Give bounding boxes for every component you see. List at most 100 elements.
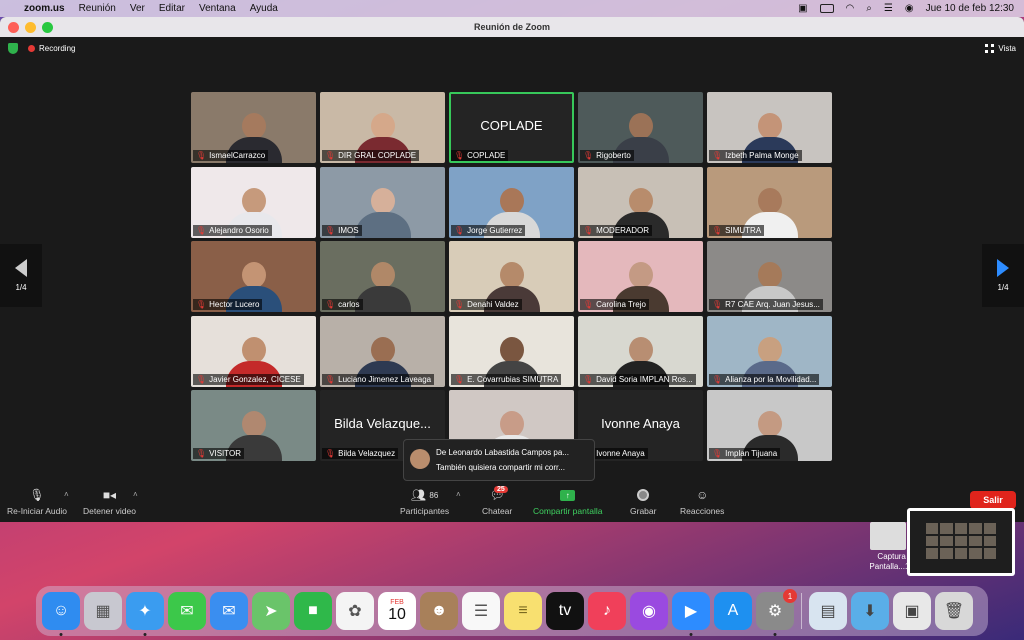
mic-muted-icon: 🎙︎ xyxy=(196,151,207,160)
menu-app[interactable]: zoom.us xyxy=(24,3,65,14)
menu-ventana[interactable]: Ventana xyxy=(199,3,236,14)
reactions-button[interactable]: ☺ Reacciones xyxy=(680,487,724,516)
dock: ☺ ▦ ✦ ✉ ✉ ➤ ■ ✿ FEB 10 ☻ ☰ ≡ tv ♪ ◉ ▶ A ⚙ 1 ▤ ⬇ ▣ 🗑︎ xyxy=(36,586,988,636)
mic-muted-icon: 🎙︎ xyxy=(712,151,723,160)
trash-icon[interactable]: 🗑︎ xyxy=(935,592,973,630)
video-tile[interactable]: Ivonne Anaya🎙︎Ivonne Anaya xyxy=(578,390,703,461)
screenshot-preview-thumbnail[interactable] xyxy=(907,508,1015,576)
menu-editar[interactable]: Editar xyxy=(159,3,185,14)
notes-icon[interactable]: ≡ xyxy=(504,592,542,630)
next-page-button[interactable]: 1/4 xyxy=(982,244,1024,307)
chat-sender-avatar xyxy=(410,449,430,469)
security-shield-icon[interactable] xyxy=(8,42,18,54)
reminders-icon[interactable]: ☰ xyxy=(462,592,500,630)
video-tile[interactable]: 🎙︎ Rigoberto xyxy=(578,92,703,163)
participants-icon: 👥︎ xyxy=(410,488,427,502)
video-tile[interactable]: 🎙︎ Javier Gonzalez, CICESE xyxy=(191,315,316,387)
calendar-icon[interactable]: FEB 10 xyxy=(378,592,416,630)
video-tile[interactable]: 🎙︎ Luciano Jimenez Laveaga xyxy=(320,315,445,387)
video-tile[interactable]: 🎙︎ Carolina Trejo xyxy=(578,241,703,312)
view-button[interactable]: Vista xyxy=(985,43,1016,53)
photos-icon[interactable]: ✿ xyxy=(336,592,374,630)
record-icon xyxy=(637,489,650,501)
participants-count: 86 xyxy=(429,490,439,500)
video-button[interactable]: ■◂ Detener video xyxy=(83,487,136,516)
participant-name: Alianza por la Movilidad... xyxy=(725,374,817,384)
video-tile[interactable]: 🎙︎ Denahi Valdez xyxy=(449,241,574,312)
battery-icon[interactable] xyxy=(819,4,834,13)
contacts-icon[interactable]: ☻ xyxy=(420,592,458,630)
menubar-datetime[interactable]: Jue 10 de feb 12:30 xyxy=(926,3,1014,14)
safari-icon[interactable]: ✦ xyxy=(126,592,164,636)
system-preferences-icon[interactable]: ⚙ 1 xyxy=(756,589,797,636)
meeting-topbar: Recording Vista xyxy=(0,37,1024,59)
participant-name-tag: 🎙︎ VISITOR xyxy=(193,448,245,459)
chat-notification[interactable]: De Leonardo Labastida Campos pa... Tambi… xyxy=(403,439,595,481)
video-tile[interactable]: 🎙︎ IMOS xyxy=(320,166,445,238)
siri-icon[interactable]: ◉ xyxy=(905,3,914,14)
chat-button[interactable]: 💬︎ 25 Chatear xyxy=(482,486,512,516)
desktop-file-icon[interactable] xyxy=(870,522,906,550)
calendar-month: FEB xyxy=(390,598,404,606)
participants-button[interactable]: 👥︎ 86 Participantes xyxy=(400,487,449,516)
video-tile[interactable]: 🎙︎ Alianza por la Movilidad... xyxy=(707,315,832,387)
record-button[interactable]: Grabar xyxy=(630,487,656,516)
podcasts-icon[interactable]: ◉ xyxy=(630,592,668,630)
video-tile[interactable]: 🎙︎ Implan Tijuana xyxy=(707,390,832,461)
participant-name-tag: 🎙︎ IsmaelCarrazco xyxy=(193,150,269,161)
video-tile[interactable]: 🎙︎ MODERADOR xyxy=(578,166,703,238)
video-tile[interactable]: COPLADE 🎙︎ COPLADE xyxy=(449,92,574,163)
launchpad-icon[interactable]: ▦ xyxy=(84,592,122,630)
minimize-window-button[interactable] xyxy=(25,21,36,33)
preview-icon[interactable]: ▤ xyxy=(809,592,847,630)
video-tile[interactable]: 🎙︎ E. Covarrubias SIMUTRA xyxy=(449,315,574,387)
video-tile[interactable]: 🎙︎ DIR GRAL COPLADE xyxy=(320,92,445,163)
video-tile[interactable]: 🎙︎ SIMUTRA xyxy=(707,166,832,238)
previous-page-button[interactable]: 1/4 xyxy=(0,244,42,307)
audio-options-chevron-icon[interactable]: ˄ xyxy=(64,490,69,499)
video-tile[interactable]: 🎙︎ Alejandro Osorio xyxy=(191,166,316,238)
wifi-icon[interactable]: ◠ xyxy=(846,3,855,14)
fullscreen-window-button[interactable] xyxy=(42,21,53,33)
close-window-button[interactable] xyxy=(8,21,19,33)
participants-options-chevron-icon[interactable]: ˄ xyxy=(456,490,461,499)
zoom-status-icon[interactable]: ▣ xyxy=(798,3,807,14)
participant-display-name: COPLADE xyxy=(480,118,543,133)
facetime-icon[interactable]: ■ xyxy=(294,592,332,630)
participant-name-tag: 🎙︎ David Soria IMPLAN Ros... xyxy=(580,373,696,385)
running-indicator xyxy=(773,633,777,636)
video-tile[interactable]: 🎙︎ Izbeth Palma Monge xyxy=(707,92,832,163)
spotlight-icon[interactable]: ⌕ xyxy=(866,3,872,14)
zoom-icon[interactable]: ▶ xyxy=(672,592,710,636)
menu-reunion[interactable]: Reunión xyxy=(79,3,116,14)
messages-icon[interactable]: ✉ xyxy=(168,592,206,630)
video-options-chevron-icon[interactable]: ˄ xyxy=(133,490,138,499)
video-tile[interactable]: 🎙︎ David Soria IMPLAN Ros... xyxy=(578,315,703,387)
video-tile[interactable]: 🎙︎ R7 CAE Arq. Juan Jesus... xyxy=(707,241,832,312)
recent-screenshots-icon[interactable]: ▣ xyxy=(893,592,931,630)
music-icon[interactable]: ♪ xyxy=(588,592,626,630)
mail-icon[interactable]: ✉ xyxy=(210,592,248,630)
control-center-icon[interactable]: ☰ xyxy=(884,3,893,14)
menu-bar: zoom.us Reunión Ver Editar Ventana Ayuda… xyxy=(0,0,1024,17)
video-tile[interactable]: 🎙︎ Hector Lucero xyxy=(191,241,316,312)
video-tile[interactable]: 🎙︎ Jorge Gutierrez xyxy=(449,166,574,238)
mic-muted-icon: 🎙︎ xyxy=(454,225,465,235)
leave-meeting-button[interactable]: Salir xyxy=(970,491,1016,509)
finder-icon[interactable]: ☺ xyxy=(42,592,80,636)
app-store-icon[interactable]: A xyxy=(714,592,752,630)
menu-ver[interactable]: Ver xyxy=(130,3,145,14)
maps-icon[interactable]: ➤ xyxy=(252,592,290,630)
participant-name-tag: 🎙︎ R7 CAE Arq. Juan Jesus... xyxy=(709,299,823,310)
mic-muted-icon: 🎙︎ xyxy=(583,300,594,309)
video-tile[interactable]: 🎙︎ carlos xyxy=(320,241,445,312)
video-tile[interactable]: 🎙︎ VISITOR xyxy=(191,390,316,461)
participant-display-name: Bilda Velazque... xyxy=(334,416,431,431)
video-tile[interactable]: 🎙︎ IsmaelCarrazco xyxy=(191,92,316,163)
audio-button[interactable]: 🎙︎ Re-Iniciar Audio xyxy=(7,487,67,516)
participant-video xyxy=(354,262,411,312)
downloads-folder-icon[interactable]: ⬇ xyxy=(851,592,889,630)
tv-icon[interactable]: tv xyxy=(546,592,584,630)
menu-ayuda[interactable]: Ayuda xyxy=(250,3,278,14)
share-screen-button[interactable]: ↑ Compartir pantalla xyxy=(533,487,602,516)
